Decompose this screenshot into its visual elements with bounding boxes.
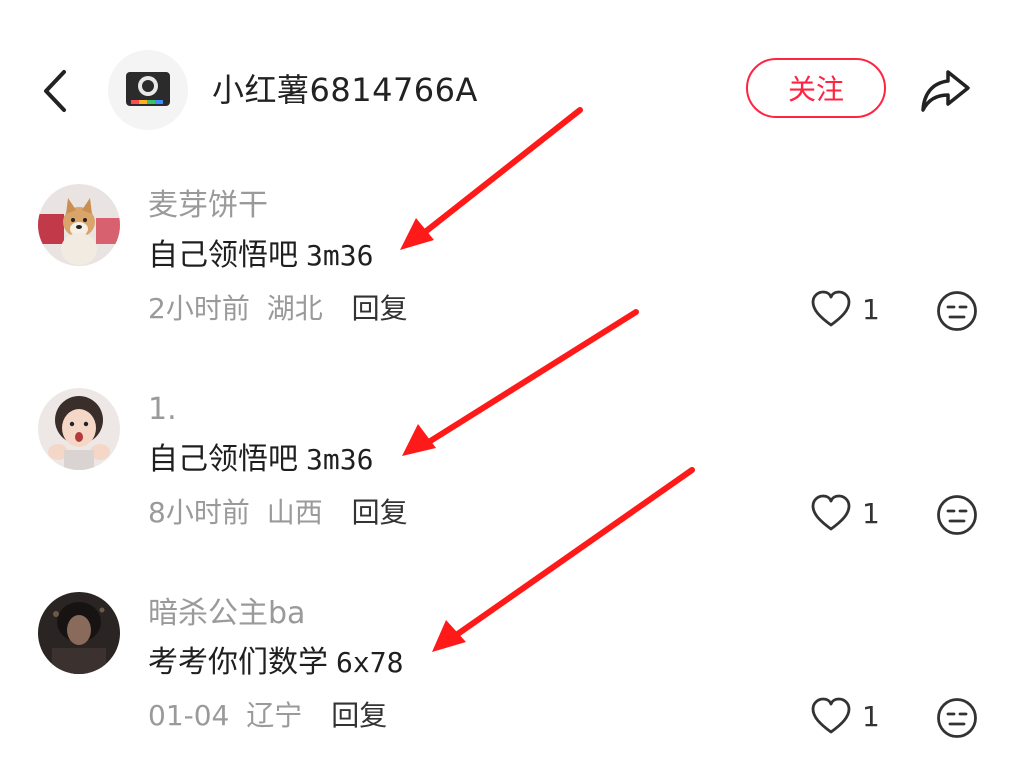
annotation-arrow-icon <box>432 467 695 652</box>
annotation-arrow-icon <box>400 107 583 250</box>
annotation-arrows <box>400 107 695 652</box>
annotation-arrow-icon <box>402 309 639 456</box>
